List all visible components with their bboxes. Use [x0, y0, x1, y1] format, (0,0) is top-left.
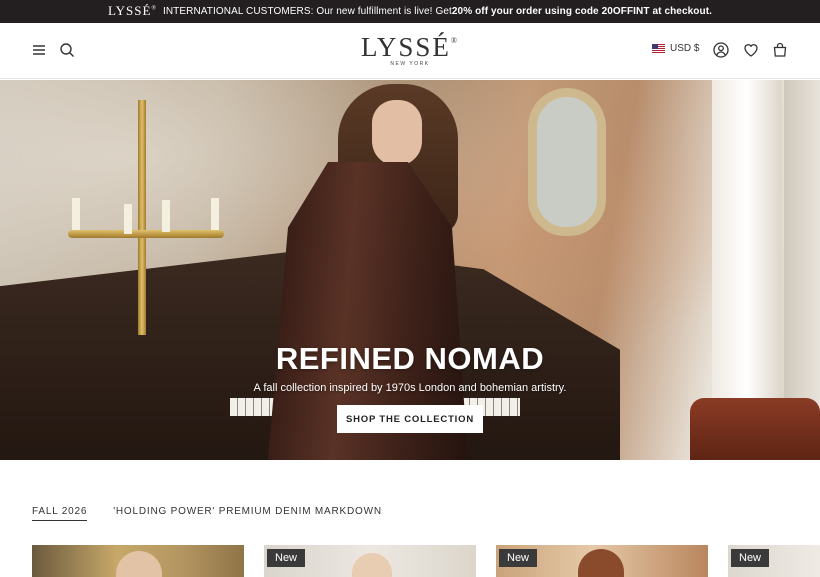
- product-image: [578, 549, 624, 577]
- new-badge: New: [267, 549, 306, 567]
- hero-candle: [162, 200, 170, 232]
- hero-chair: [690, 398, 820, 460]
- account-icon[interactable]: [712, 41, 730, 59]
- currency-label: USD $: [670, 43, 700, 54]
- announcement-logo: LYSSÉ®: [107, 2, 157, 18]
- wishlist-icon[interactable]: [742, 41, 760, 59]
- product-card[interactable]: [32, 545, 244, 577]
- us-flag-icon: [652, 44, 665, 53]
- hero-candle: [211, 198, 219, 230]
- search-icon[interactable]: [58, 41, 76, 59]
- shop-collection-button[interactable]: SHOP THE COLLECTION: [337, 405, 483, 433]
- product-image: [352, 553, 392, 577]
- product-card[interactable]: New: [264, 545, 476, 577]
- logo-text: LYSSÉ: [361, 32, 451, 62]
- collection-tabs: FALL 2026 'HOLDING POWER' PREMIUM DENIM …: [32, 506, 382, 521]
- tab-denim-markdown[interactable]: 'HOLDING POWER' PREMIUM DENIM MARKDOWN: [113, 506, 382, 521]
- new-badge: New: [731, 549, 770, 567]
- new-badge: New: [499, 549, 538, 567]
- announcement-bar: LYSSÉ® INTERNATIONAL CUSTOMERS: Our new …: [0, 0, 820, 23]
- hero-candelabra: [138, 100, 146, 335]
- cart-icon[interactable]: [771, 41, 789, 59]
- hero-candle: [124, 204, 132, 234]
- hero-model-face: [372, 100, 422, 166]
- announcement-promo-text: 20% off your order using code 20OFFINT a…: [451, 6, 713, 17]
- hero-subtitle: A fall collection inspired by 1970s Lond…: [253, 382, 567, 394]
- hero-title: REFINED NOMAD: [275, 341, 545, 376]
- hero-candle: [72, 198, 80, 230]
- logo-registered-mark: ®: [450, 36, 459, 45]
- hero-banner[interactable]: REFINED NOMAD A fall collection inspired…: [0, 80, 820, 460]
- site-header: LYSSÉ® NEW YORK USD $: [0, 23, 820, 79]
- hero-candelabra-arms: [68, 230, 224, 238]
- tab-fall-2026[interactable]: FALL 2026: [32, 506, 88, 521]
- product-card[interactable]: New: [496, 545, 708, 577]
- announcement-text: INTERNATIONAL CUSTOMERS: Our new fulfill…: [162, 6, 452, 17]
- hero-mirror: [528, 88, 606, 236]
- menu-icon[interactable]: [30, 41, 48, 59]
- product-image: [116, 551, 162, 577]
- site-logo[interactable]: LYSSÉ® NEW YORK: [360, 29, 460, 67]
- currency-selector[interactable]: USD $: [652, 43, 699, 54]
- product-card[interactable]: New: [728, 545, 820, 577]
